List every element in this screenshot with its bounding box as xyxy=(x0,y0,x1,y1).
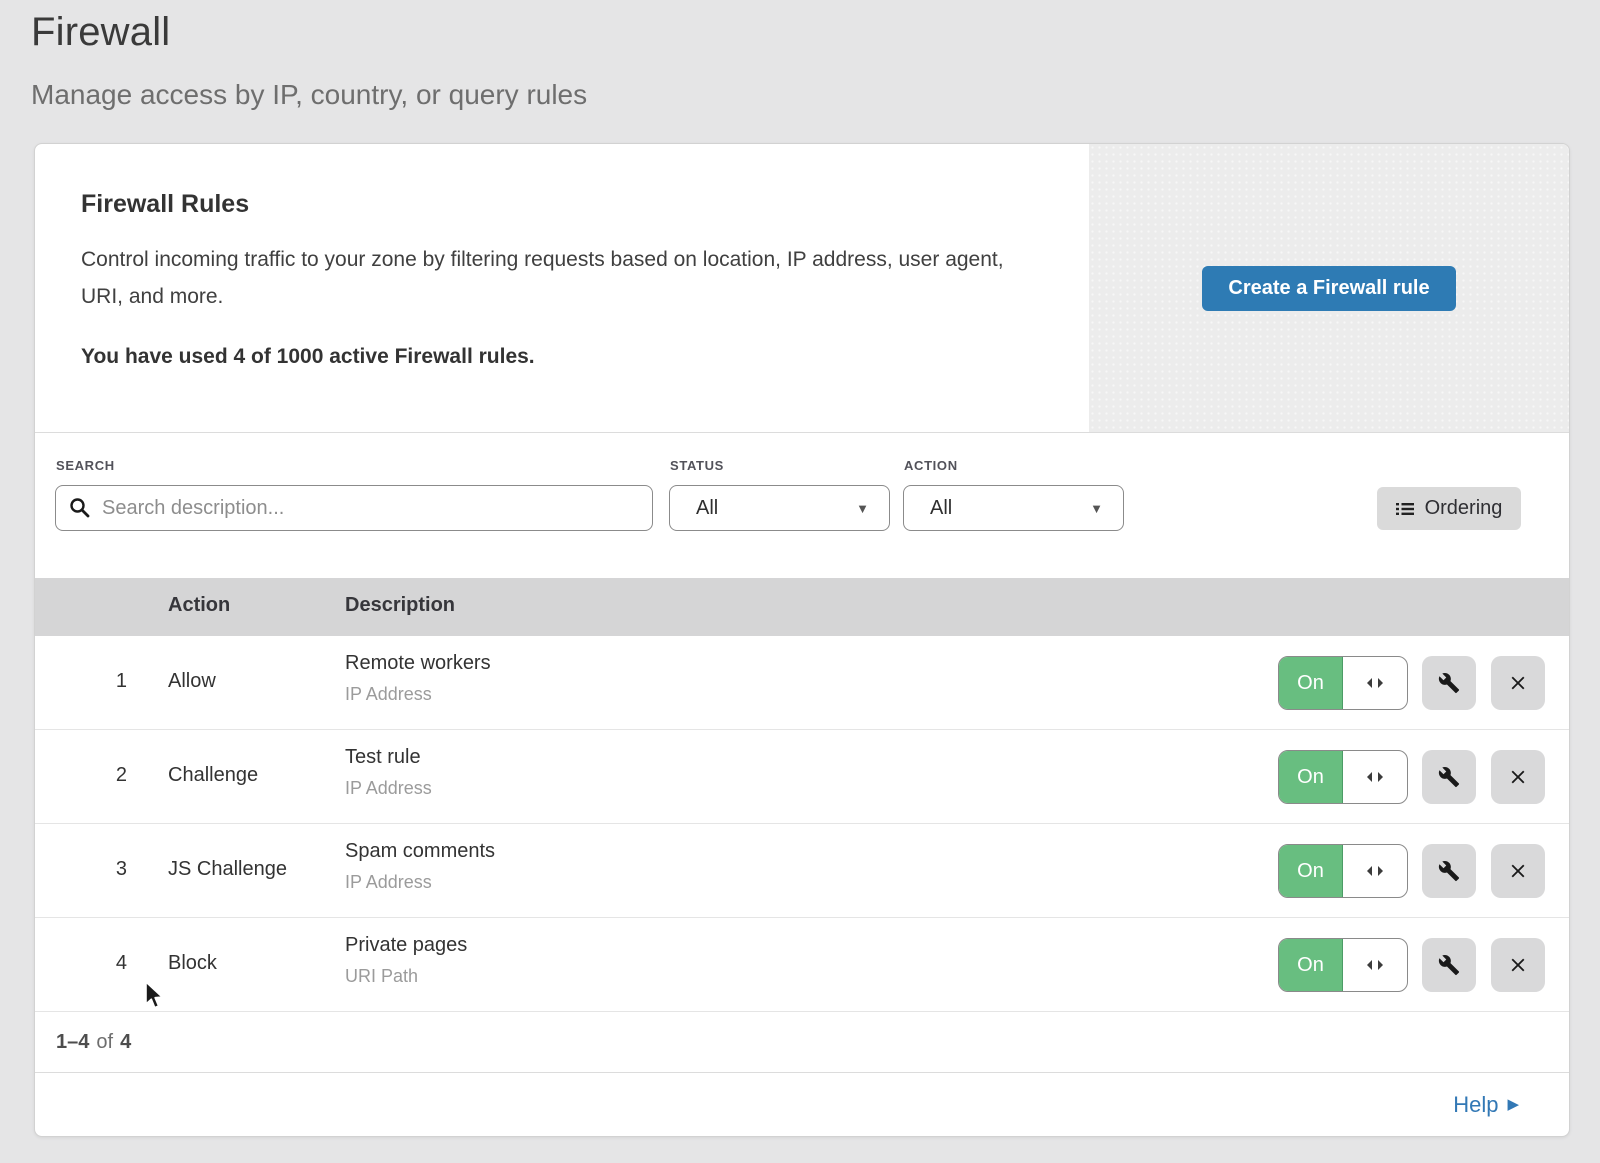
page-header: Firewall Manage access by IP, country, o… xyxy=(31,10,587,111)
toggle-handle[interactable] xyxy=(1343,751,1407,803)
action-label: ACTION xyxy=(904,458,958,473)
rule-match-type: IP Address xyxy=(345,778,432,799)
rule-priority: 2 xyxy=(105,764,127,787)
rule-enabled-toggle[interactable]: On xyxy=(1278,938,1408,992)
pagination-of: of xyxy=(96,1031,113,1054)
rule-enabled-toggle[interactable]: On xyxy=(1278,844,1408,898)
arrow-right-icon: ▶ xyxy=(1507,1097,1519,1112)
rule-action: Block xyxy=(168,952,217,975)
rule-description: Test rule xyxy=(345,746,421,769)
toggle-handle[interactable] xyxy=(1343,939,1407,991)
rule-action: JS Challenge xyxy=(168,858,287,881)
rule-enabled-toggle[interactable]: On xyxy=(1278,656,1408,710)
wrench-icon xyxy=(1438,954,1460,976)
delete-rule-button[interactable] xyxy=(1491,938,1545,992)
toggle-handle[interactable] xyxy=(1343,845,1407,897)
chevron-down-icon: ▼ xyxy=(1090,501,1103,516)
chevron-down-icon: ▼ xyxy=(856,501,869,516)
pagination-range: 1–4 xyxy=(56,1031,89,1054)
left-right-arrows-icon xyxy=(1365,771,1385,783)
close-icon xyxy=(1507,672,1529,694)
wrench-icon xyxy=(1438,766,1460,788)
rule-action: Allow xyxy=(168,670,216,693)
card-description: Control incoming traffic to your zone by… xyxy=(81,241,1031,315)
table-row: 2 Challenge Test rule IP Address On xyxy=(35,730,1569,824)
toggle-on-label: On xyxy=(1279,939,1343,991)
rule-priority: 1 xyxy=(105,670,127,693)
close-icon xyxy=(1507,860,1529,882)
filters-bar: SEARCH STATUS All ▼ ACTION All ▼ Orderin… xyxy=(35,433,1569,578)
rule-match-type: URI Path xyxy=(345,966,418,987)
rule-match-type: IP Address xyxy=(345,872,432,893)
column-header-description: Description xyxy=(345,594,455,617)
card-title: Firewall Rules xyxy=(81,190,1043,219)
action-select-value: All xyxy=(930,497,952,520)
card-top-section: Firewall Rules Control incoming traffic … xyxy=(35,144,1569,432)
status-select-value: All xyxy=(696,497,718,520)
card-footer: Help ▶ xyxy=(35,1073,1569,1136)
delete-rule-button[interactable] xyxy=(1491,656,1545,710)
rule-enabled-toggle[interactable]: On xyxy=(1278,750,1408,804)
ordering-button[interactable]: Ordering xyxy=(1377,487,1521,530)
search-input[interactable] xyxy=(55,485,653,531)
search-field-wrap xyxy=(55,485,653,531)
delete-rule-button[interactable] xyxy=(1491,844,1545,898)
pagination: 1–4 of 4 xyxy=(35,1012,1569,1073)
rule-match-type: IP Address xyxy=(345,684,432,705)
firewall-rules-card: Firewall Rules Control incoming traffic … xyxy=(34,143,1570,1137)
rule-description: Private pages xyxy=(345,934,467,957)
table-row: 3 JS Challenge Spam comments IP Address … xyxy=(35,824,1569,918)
table-row: 4 Block Private pages URI Path On xyxy=(35,918,1569,1012)
delete-rule-button[interactable] xyxy=(1491,750,1545,804)
help-link-label: Help xyxy=(1453,1092,1498,1118)
edit-rule-button[interactable] xyxy=(1422,750,1476,804)
list-ordering-icon xyxy=(1396,502,1414,516)
rule-priority: 3 xyxy=(105,858,127,881)
rule-action: Challenge xyxy=(168,764,258,787)
toggle-handle[interactable] xyxy=(1343,657,1407,709)
left-right-arrows-icon xyxy=(1365,959,1385,971)
card-action-panel: Create a Firewall rule xyxy=(1089,144,1569,432)
wrench-icon xyxy=(1438,860,1460,882)
edit-rule-button[interactable] xyxy=(1422,844,1476,898)
search-icon xyxy=(69,497,91,519)
page-subtitle: Manage access by IP, country, or query r… xyxy=(31,79,587,111)
help-link[interactable]: Help ▶ xyxy=(1453,1092,1519,1118)
close-icon xyxy=(1507,954,1529,976)
toggle-on-label: On xyxy=(1279,751,1343,803)
status-select[interactable]: All ▼ xyxy=(669,485,890,531)
edit-rule-button[interactable] xyxy=(1422,938,1476,992)
table-row: 1 Allow Remote workers IP Address On xyxy=(35,636,1569,730)
rule-description: Remote workers xyxy=(345,652,491,675)
rule-description: Spam comments xyxy=(345,840,495,863)
ordering-button-label: Ordering xyxy=(1425,497,1503,520)
search-label: SEARCH xyxy=(56,458,115,473)
toggle-on-label: On xyxy=(1279,845,1343,897)
pagination-total: 4 xyxy=(120,1031,131,1054)
left-right-arrows-icon xyxy=(1365,865,1385,877)
column-header-action: Action xyxy=(168,594,230,617)
toggle-on-label: On xyxy=(1279,657,1343,709)
status-label: STATUS xyxy=(670,458,724,473)
usage-note: You have used 4 of 1000 active Firewall … xyxy=(81,345,1043,369)
left-right-arrows-icon xyxy=(1365,677,1385,689)
close-icon xyxy=(1507,766,1529,788)
page-title: Firewall xyxy=(31,10,587,55)
action-select[interactable]: All ▼ xyxy=(903,485,1124,531)
edit-rule-button[interactable] xyxy=(1422,656,1476,710)
wrench-icon xyxy=(1438,672,1460,694)
create-firewall-rule-button[interactable]: Create a Firewall rule xyxy=(1202,266,1455,311)
card-info: Firewall Rules Control incoming traffic … xyxy=(35,144,1089,432)
table-header: Action Description xyxy=(35,578,1569,636)
rule-priority: 4 xyxy=(105,952,127,975)
